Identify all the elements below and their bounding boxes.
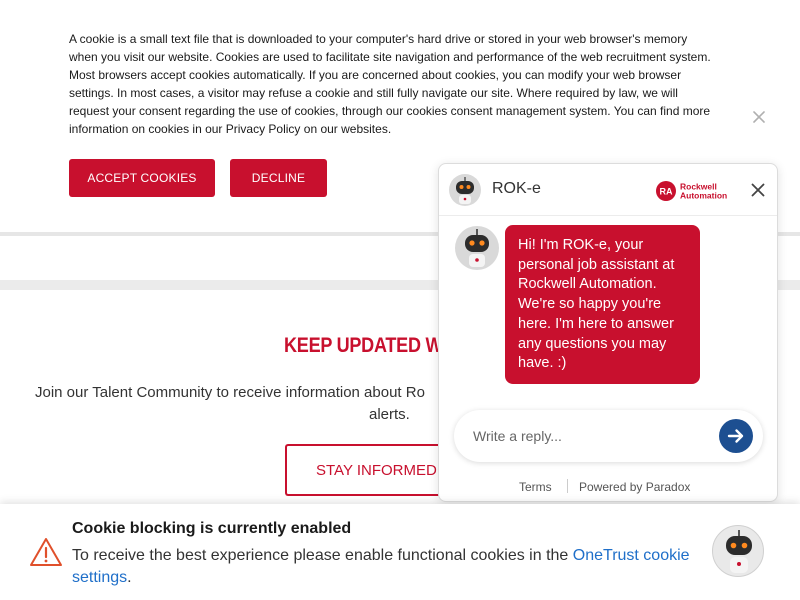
notice-title: Cookie blocking is currently enabled [72,520,352,537]
accept-cookies-button[interactable]: ACCEPT COOKIES [69,159,215,197]
rok-e-message-avatar [455,226,499,270]
footer-separator [567,479,568,493]
notice-body-end: . [127,569,132,586]
talent-community-title: KEEP UPDATED W [284,334,443,357]
rockwell-automation-logo: RA Rockwell Automation [656,181,727,201]
terms-link[interactable]: Terms [519,480,552,494]
cookie-banner-text: A cookie is a small text file that is do… [69,32,711,136]
warning-icon [30,538,62,566]
powered-by-text: Powered by Paradox [579,480,691,494]
chat-widget: ROK-e RA Rockwell Automation Hi! I'm ROK… [438,163,778,502]
chat-launcher-button[interactable] [712,525,764,577]
stay-informed-label: STAY INFORMED N [316,461,445,479]
reply-input[interactable] [473,424,703,448]
chat-header: ROK-e RA Rockwell Automation [439,164,777,216]
rok-e-launcher-icon [726,530,752,573]
svg-text:RA: RA [660,187,673,197]
cookie-blocking-notice: Cookie blocking is currently enabled To … [0,504,800,600]
close-icon[interactable] [751,109,767,125]
notice-body: To receive the best experience please en… [72,545,712,589]
talent-community-description-cont: alerts. [369,406,410,423]
reply-box [454,410,763,462]
notice-body-text: To receive the best experience please en… [72,547,573,564]
page: A cookie is a small text file that is do… [0,0,800,600]
rok-e-avatar [449,174,481,206]
stay-informed-button[interactable]: STAY INFORMED N [285,444,445,496]
chat-title: ROK-e [492,180,541,197]
svg-text:Automation: Automation [680,191,727,201]
decline-button[interactable]: DECLINE [230,159,327,197]
chat-close-icon[interactable] [751,183,765,197]
chat-message-bubble: Hi! I'm ROK-e, your personal job assista… [505,225,700,384]
chat-footer: Terms Powered by Paradox [439,477,777,497]
send-button[interactable] [719,419,753,453]
arrow-right-icon [727,429,744,443]
